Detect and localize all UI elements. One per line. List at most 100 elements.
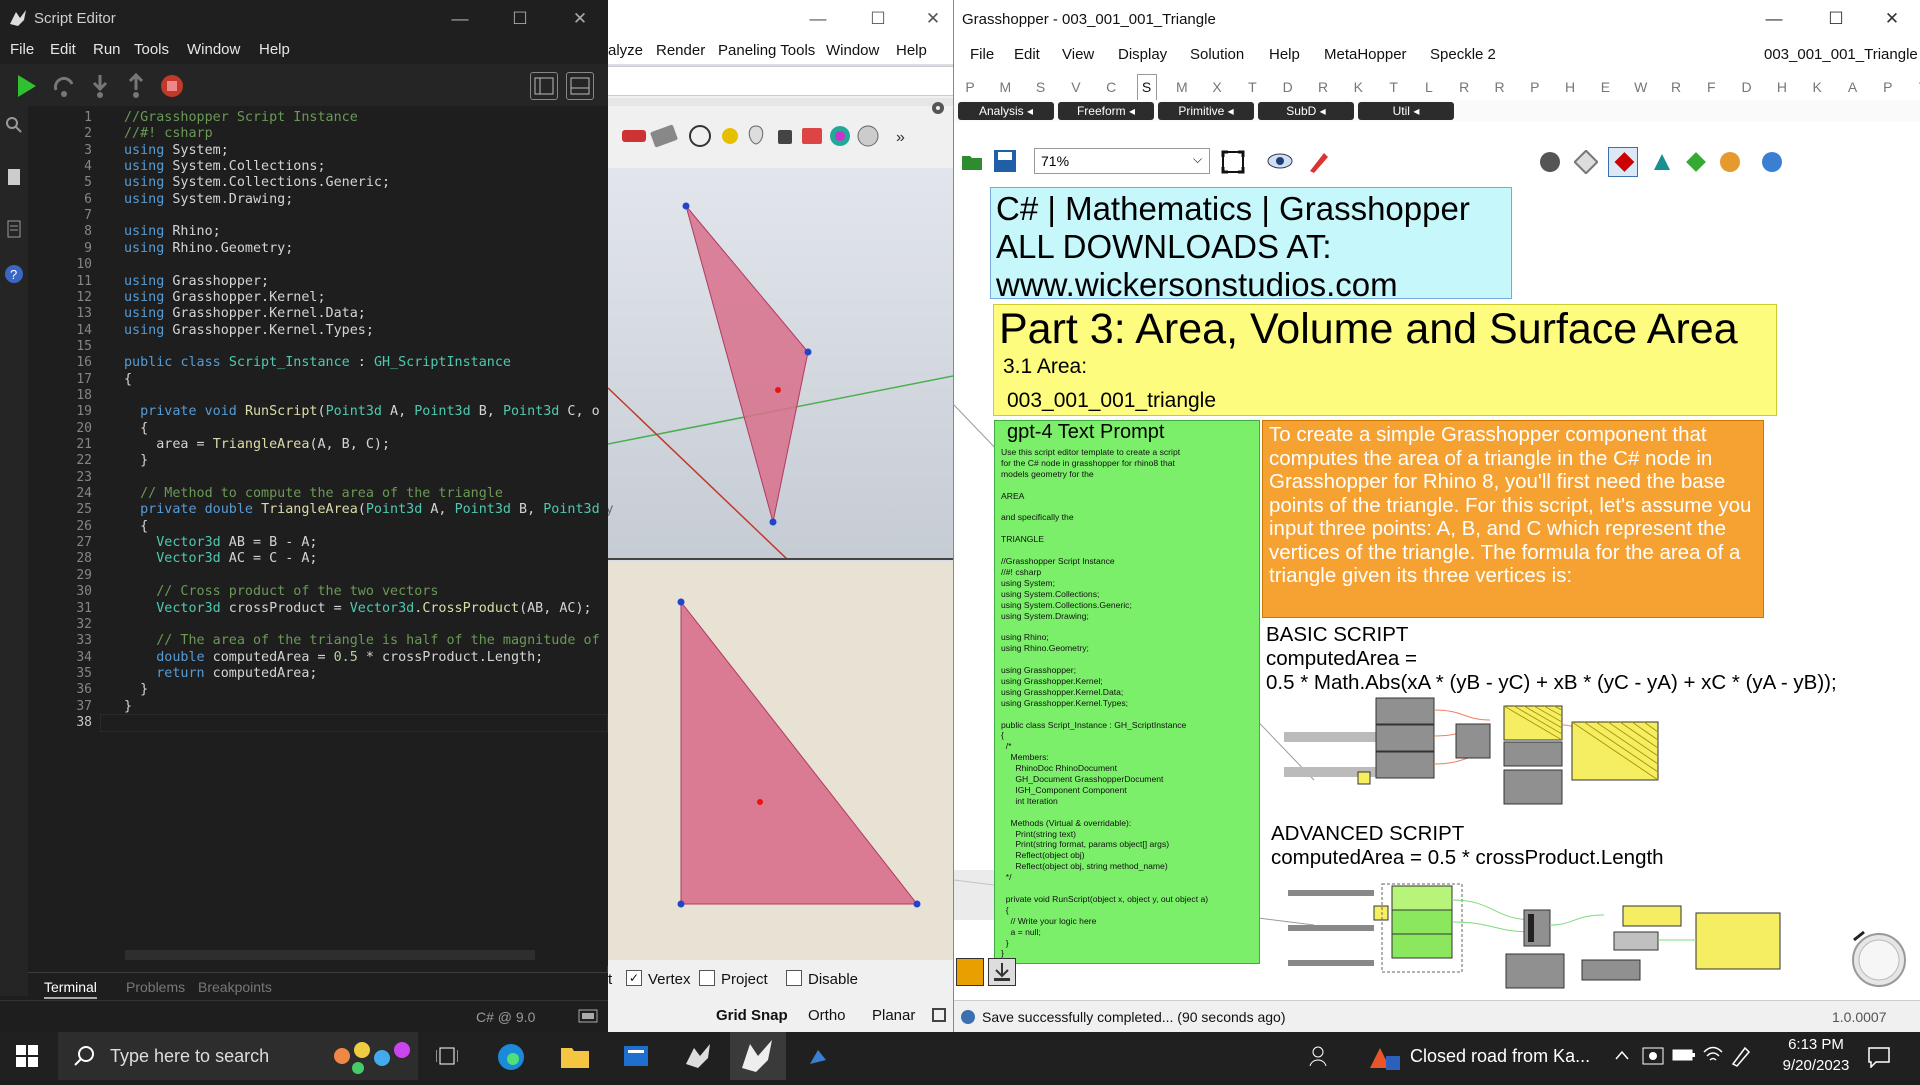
- component-tab[interactable]: P: [960, 79, 980, 95]
- orange-sphere-icon[interactable]: [1718, 150, 1742, 179]
- component-tab[interactable]: L: [1419, 79, 1439, 95]
- menu-file[interactable]: File: [10, 41, 34, 58]
- component-tab[interactable]: M: [1172, 79, 1192, 95]
- group-subd[interactable]: SubD ◂: [1258, 102, 1354, 120]
- component-tab[interactable]: S: [1136, 74, 1157, 100]
- component-tab[interactable]: H: [1772, 79, 1792, 95]
- news-app-icon[interactable]: [622, 1042, 650, 1075]
- menu-help[interactable]: Help: [896, 42, 927, 59]
- component-tab[interactable]: P: [1525, 79, 1545, 95]
- sketch-pen-icon[interactable]: [1306, 149, 1332, 180]
- canvas-widget-icon[interactable]: [956, 958, 984, 986]
- menu-paneling-tools[interactable]: Paneling Tools: [718, 42, 815, 59]
- edge-icon[interactable]: [496, 1042, 526, 1077]
- project-checkbox[interactable]: [699, 970, 715, 986]
- step-over-icon[interactable]: [50, 72, 78, 100]
- step-out-icon[interactable]: [122, 72, 150, 100]
- component-tab[interactable]: H: [1560, 79, 1580, 95]
- wifi-icon[interactable]: [1702, 1046, 1724, 1069]
- app-icon-blue[interactable]: [806, 1044, 832, 1073]
- component-tab[interactable]: R: [1490, 79, 1510, 95]
- tray-app-icon[interactable]: [1642, 1046, 1664, 1071]
- menu-run[interactable]: Run: [93, 41, 121, 58]
- menu-file[interactable]: File: [970, 46, 994, 63]
- preview-mode-icon[interactable]: [1538, 150, 1562, 179]
- menu-window[interactable]: Window: [187, 41, 240, 58]
- menu-view[interactable]: View: [1062, 46, 1094, 63]
- canvas-download-icon[interactable]: [988, 958, 1016, 986]
- preview-eye-icon[interactable]: [1266, 151, 1294, 176]
- component-tab[interactable]: R: [1454, 79, 1474, 95]
- step-into-icon[interactable]: [86, 72, 114, 100]
- component-tab[interactable]: T: [1242, 79, 1262, 95]
- maximize-icon[interactable]: ☐: [1816, 6, 1856, 32]
- component-tab[interactable]: K: [1348, 79, 1368, 95]
- horizontal-scrollbar[interactable]: [125, 950, 535, 960]
- component-tab[interactable]: E: [1595, 79, 1615, 95]
- component-tab[interactable]: D: [1737, 79, 1757, 95]
- part-title-panel[interactable]: Part 3: Area, Volume and Surface Area 3.…: [993, 304, 1777, 416]
- gh-canvas[interactable]: C# | Mathematics | Grasshopper ALL DOWNL…: [954, 180, 1920, 1000]
- run-icon[interactable]: [12, 72, 40, 100]
- task-view-icon[interactable]: [435, 1046, 459, 1071]
- maximize-icon[interactable]: ☐: [500, 6, 540, 32]
- minimize-icon[interactable]: —: [1754, 6, 1794, 32]
- maximize-icon[interactable]: ☐: [858, 6, 898, 32]
- code-editor[interactable]: //Grasshopper Script Instance//#! csharp…: [100, 106, 608, 966]
- top-viewport[interactable]: [608, 562, 953, 960]
- status-square-icon[interactable]: [932, 1008, 946, 1022]
- component-tab[interactable]: W: [1631, 79, 1651, 95]
- planar-toggle[interactable]: Planar: [872, 1007, 915, 1024]
- open-file-icon[interactable]: [960, 150, 984, 177]
- component-tab[interactable]: F: [1701, 79, 1721, 95]
- component-tab[interactable]: A: [1843, 79, 1863, 95]
- component-tab[interactable]: C: [1101, 79, 1121, 95]
- clock-date[interactable]: 9/20/2023: [1770, 1057, 1862, 1074]
- green-icon[interactable]: [1684, 150, 1708, 179]
- header-panel[interactable]: C# | Mathematics | Grasshopper ALL DOWNL…: [990, 187, 1512, 303]
- settings-icon[interactable]: [928, 98, 948, 123]
- windows-start-icon[interactable]: [16, 1045, 38, 1072]
- explanation-panel[interactable]: To create a simple Grasshopper component…: [1262, 420, 1764, 618]
- component-tab[interactable]: T: [1384, 79, 1404, 95]
- vertex-checkbox[interactable]: ✓: [626, 970, 642, 986]
- file-explorer-icon[interactable]: [560, 1044, 590, 1075]
- blue-sphere-icon[interactable]: [1760, 150, 1784, 179]
- wireframe-icon[interactable]: [1573, 149, 1599, 179]
- zoom-select[interactable]: 71% ⌵: [1034, 148, 1210, 174]
- component-tab[interactable]: D: [1278, 79, 1298, 95]
- zoom-extents-icon[interactable]: [1220, 149, 1246, 180]
- help-icon[interactable]: ?: [4, 264, 24, 289]
- news-widget-icon[interactable]: [1368, 1042, 1404, 1077]
- command-line[interactable]: [608, 66, 953, 96]
- group-analysis[interactable]: Analysis ◂: [958, 102, 1054, 120]
- toolbar-icons[interactable]: »: [612, 122, 952, 158]
- menu-display[interactable]: Display: [1118, 46, 1167, 63]
- component-tab[interactable]: R: [1313, 79, 1333, 95]
- component-tab[interactable]: R: [1666, 79, 1686, 95]
- search-icon[interactable]: [5, 116, 23, 139]
- tab-terminal[interactable]: Terminal: [44, 979, 97, 999]
- grid-snap-toggle[interactable]: Grid Snap: [716, 1007, 788, 1024]
- shaded-icon[interactable]: [1608, 147, 1638, 177]
- news-widget-text[interactable]: Closed road from Ka...: [1410, 1046, 1590, 1067]
- menu-help[interactable]: Help: [1269, 46, 1300, 63]
- close-icon[interactable]: ✕: [913, 6, 953, 32]
- chevron-up-icon[interactable]: [1614, 1048, 1630, 1066]
- close-icon[interactable]: ✕: [560, 6, 600, 32]
- menu-tools[interactable]: Tools: [134, 41, 169, 58]
- menu-render[interactable]: Render: [656, 42, 705, 59]
- keyboard-icon[interactable]: [578, 1007, 598, 1028]
- ortho-toggle[interactable]: Ortho: [808, 1007, 846, 1024]
- toggle-sidebar-icon[interactable]: [530, 72, 558, 100]
- perspective-viewport[interactable]: y: [608, 168, 953, 560]
- battery-icon[interactable]: [1672, 1047, 1696, 1068]
- menu-edit[interactable]: Edit: [50, 41, 76, 58]
- pen-icon[interactable]: [1730, 1045, 1752, 1072]
- component-tab[interactable]: S: [1031, 79, 1051, 95]
- prompt-panel[interactable]: gpt-4 Text Prompt Use this script editor…: [994, 420, 1260, 964]
- component-tab[interactable]: X: [1207, 79, 1227, 95]
- close-icon[interactable]: ✕: [1872, 6, 1912, 32]
- menu-window[interactable]: Window: [826, 42, 879, 59]
- search-box[interactable]: Type here to search: [58, 1032, 418, 1080]
